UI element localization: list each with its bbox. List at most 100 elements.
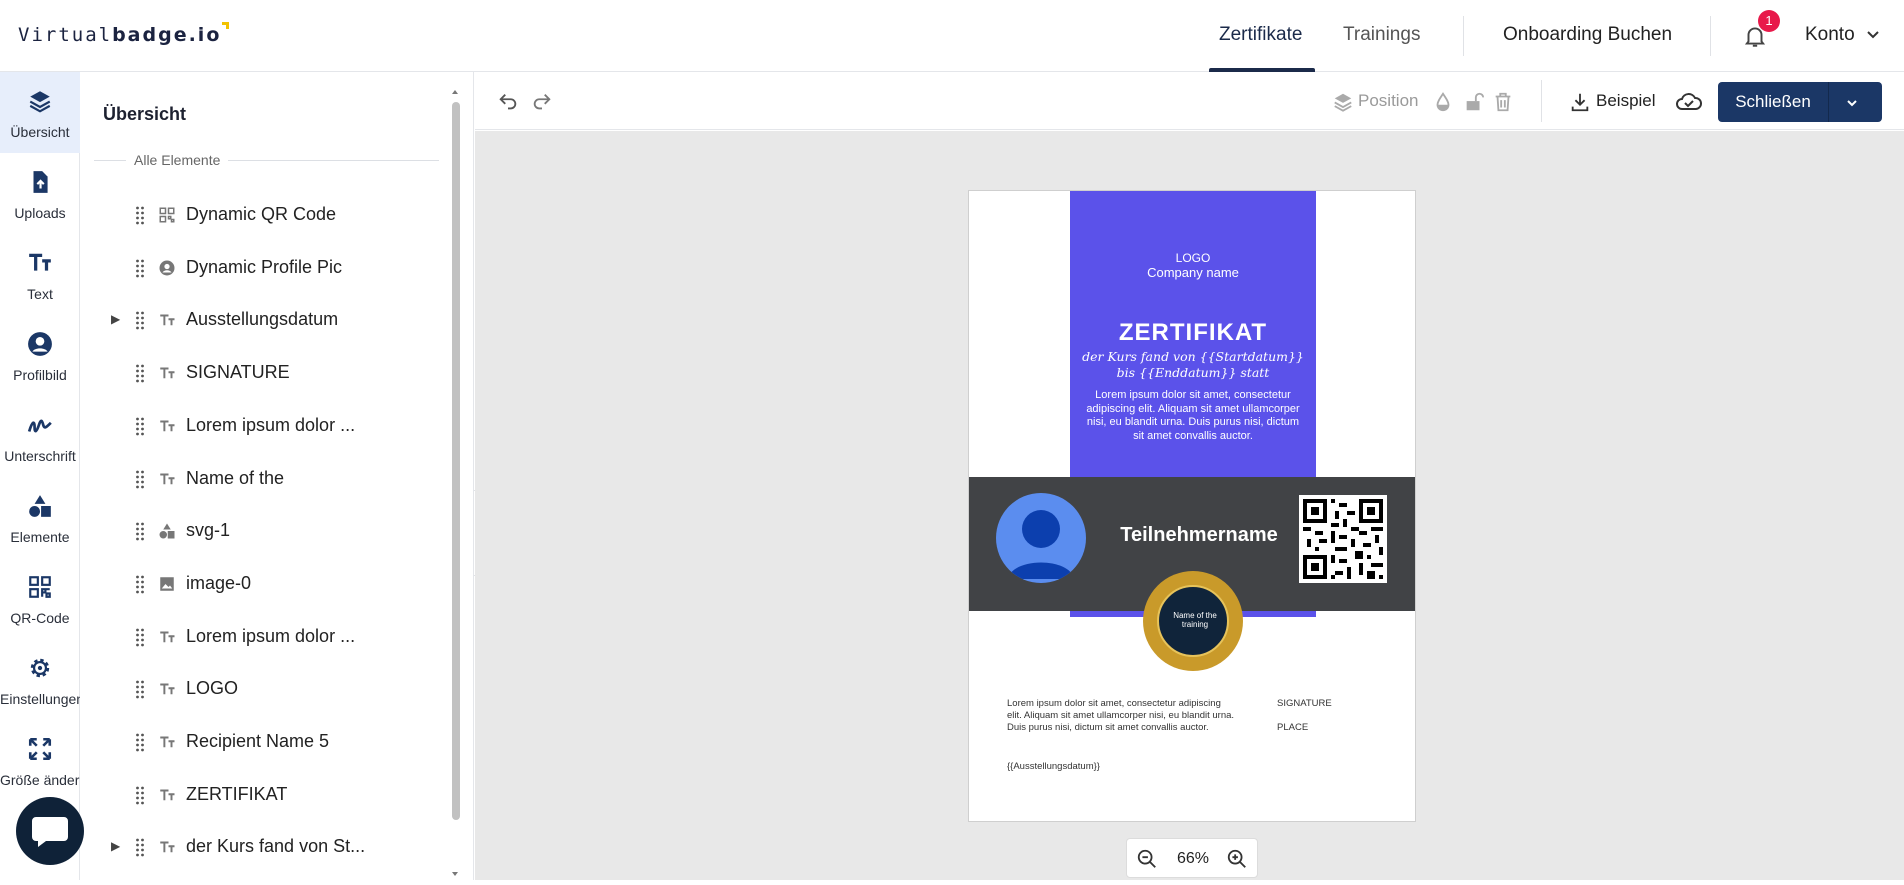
unlock-icon[interactable] xyxy=(1463,91,1485,113)
drag-handle-icon[interactable] xyxy=(135,469,145,489)
cert-issue-date[interactable]: {{Ausstellungsdatum}} xyxy=(1007,761,1100,772)
drag-handle-icon[interactable] xyxy=(135,785,145,805)
cert-course-line: bis {{Enddatum}} statt xyxy=(1116,365,1270,380)
rail-item-groesse-aendern[interactable]: Größe ändern xyxy=(0,720,88,801)
nav-tab-trainings[interactable]: Trainings xyxy=(1343,24,1420,46)
layer-row[interactable]: Name of the xyxy=(80,454,440,506)
cert-logo-text[interactable]: LOGO xyxy=(1070,251,1316,265)
layer-row[interactable]: Recipient Name 5 xyxy=(80,717,440,769)
cert-qr-code[interactable] xyxy=(1299,495,1387,583)
layer-name: Dynamic Profile Pic xyxy=(186,256,343,277)
app-logo[interactable]: Virtualbadge.io xyxy=(18,22,230,46)
chevron-down-icon[interactable] xyxy=(1866,28,1880,47)
rail-label: Größe ändern xyxy=(0,772,88,788)
rail-label: Einstellungen xyxy=(0,691,85,707)
signature-icon xyxy=(27,412,53,438)
drag-handle-icon[interactable] xyxy=(135,310,145,330)
rail-item-unterschrift[interactable]: Unterschrift xyxy=(0,396,80,477)
cert-participant-name[interactable]: Teilnehmername xyxy=(1099,524,1299,547)
download-icon[interactable] xyxy=(1569,91,1591,113)
layers-icon xyxy=(27,88,53,114)
layer-row[interactable]: Dynamic QR Code xyxy=(80,190,440,242)
chevron-down-icon[interactable] xyxy=(1846,96,1858,114)
trash-icon[interactable] xyxy=(1492,91,1514,113)
rail-label: Profilbild xyxy=(13,367,67,383)
drag-handle-icon[interactable] xyxy=(135,732,145,752)
drag-handle-icon[interactable] xyxy=(135,627,145,647)
cert-company-name[interactable]: Company name xyxy=(1070,265,1316,280)
layer-row[interactable]: ▶ Ausstellungsdatum xyxy=(80,295,440,347)
drag-handle-icon[interactable] xyxy=(135,574,145,594)
rail-item-einstellungen[interactable]: Einstellungen xyxy=(0,639,85,720)
layer-row[interactable]: ▶ der Kurs fand von St... xyxy=(80,822,440,874)
layer-name: Ausstellungsdatum xyxy=(186,309,339,330)
drag-handle-icon[interactable] xyxy=(135,416,145,436)
layer-row[interactable]: Dynamic Profile Pic xyxy=(80,243,440,295)
close-button[interactable]: Schließen xyxy=(1718,82,1882,122)
chat-button[interactable] xyxy=(16,797,84,865)
drag-handle-icon[interactable] xyxy=(135,679,145,699)
expand-caret-icon[interactable]: ▶ xyxy=(111,312,120,326)
rail-item-uebersicht[interactable]: Übersicht xyxy=(0,72,80,153)
drag-handle-icon[interactable] xyxy=(135,363,145,383)
drag-handle-icon[interactable] xyxy=(135,837,145,857)
layer-row[interactable]: svg-1 xyxy=(80,506,440,558)
opacity-drop-icon[interactable] xyxy=(1432,91,1454,113)
cert-place-label[interactable]: PLACE xyxy=(1277,722,1308,733)
position-layers-icon[interactable] xyxy=(1332,91,1354,113)
text-icon xyxy=(158,838,176,856)
zoom-in-icon[interactable] xyxy=(1226,848,1248,870)
text-icon xyxy=(158,311,176,329)
position-button[interactable]: Position xyxy=(1358,91,1418,111)
drag-handle-icon[interactable] xyxy=(135,205,145,225)
undo-icon[interactable] xyxy=(497,91,519,113)
rail-item-elemente[interactable]: Elemente xyxy=(0,477,80,558)
account-menu[interactable]: Konto xyxy=(1805,24,1855,46)
rail-item-profilbild[interactable]: Profilbild xyxy=(0,315,80,396)
drag-handle-icon[interactable] xyxy=(135,258,145,278)
cloud-saved-icon[interactable] xyxy=(1675,91,1703,113)
rail-label: Text xyxy=(27,286,53,302)
layer-row[interactable]: LOGO xyxy=(80,664,440,716)
logo-text-light: Virtual xyxy=(18,24,113,46)
layer-name: image-0 xyxy=(186,572,252,593)
nav-divider xyxy=(1463,16,1464,56)
notification-badge: 1 xyxy=(1758,10,1780,32)
upload-file-icon xyxy=(27,169,53,195)
layer-row[interactable]: Lorem ipsum dolor ... xyxy=(80,401,440,453)
rail-item-uploads[interactable]: Uploads xyxy=(0,153,80,234)
cert-signature-label[interactable]: SIGNATURE xyxy=(1277,698,1332,709)
layer-row[interactable]: Lorem ipsum dolor ... xyxy=(80,612,440,664)
editor-toolbar: Position Beispiel Schließen xyxy=(475,72,1904,130)
layer-name: Lorem ipsum dolor ... xyxy=(186,625,356,646)
onboarding-link[interactable]: Onboarding Buchen xyxy=(1503,24,1672,46)
scrollbar-thumb[interactable] xyxy=(452,102,460,820)
cert-description-bottom[interactable]: Lorem ipsum dolor sit amet, consectetur … xyxy=(1007,698,1237,734)
training-seal-badge[interactable]: Name of the training xyxy=(1143,571,1243,671)
layer-row[interactable]: SIGNATURE xyxy=(80,348,440,400)
seal-center: Name of the training xyxy=(1157,585,1229,657)
cert-description-top[interactable]: Lorem ipsum dolor sit amet, consectetur … xyxy=(1086,389,1300,443)
layer-row[interactable]: image-0 xyxy=(80,559,440,611)
rail-item-qr-code[interactable]: QR-Code xyxy=(0,558,80,639)
rail-label: Übersicht xyxy=(10,124,70,140)
example-button[interactable]: Beispiel xyxy=(1596,91,1656,111)
zoom-out-icon[interactable] xyxy=(1136,848,1158,870)
layer-row[interactable]: ZERTIFIKAT xyxy=(80,770,440,822)
nav-tab-zertifikate[interactable]: Zertifikate xyxy=(1219,24,1302,46)
cert-title[interactable]: ZERTIFIKAT xyxy=(1070,319,1316,347)
profile-picture-placeholder[interactable] xyxy=(996,493,1086,583)
text-icon xyxy=(158,364,176,382)
text-icon xyxy=(158,628,176,646)
redo-icon[interactable] xyxy=(531,91,553,113)
resize-icon xyxy=(27,736,53,762)
cert-course-dates[interactable]: der Kurs fand von {{Startdatum}} bis {{E… xyxy=(1070,349,1316,381)
text-icon xyxy=(158,733,176,751)
expand-caret-icon[interactable]: ▶ xyxy=(111,839,120,853)
layer-name: Name of the xyxy=(186,467,285,488)
rail-label: QR-Code xyxy=(10,610,70,626)
certificate-preview[interactable]: LOGO Company name ZERTIFIKAT der Kurs fa… xyxy=(968,190,1416,822)
rail-item-text[interactable]: Text xyxy=(0,234,80,315)
shapes-icon xyxy=(27,493,53,519)
drag-handle-icon[interactable] xyxy=(135,521,145,541)
